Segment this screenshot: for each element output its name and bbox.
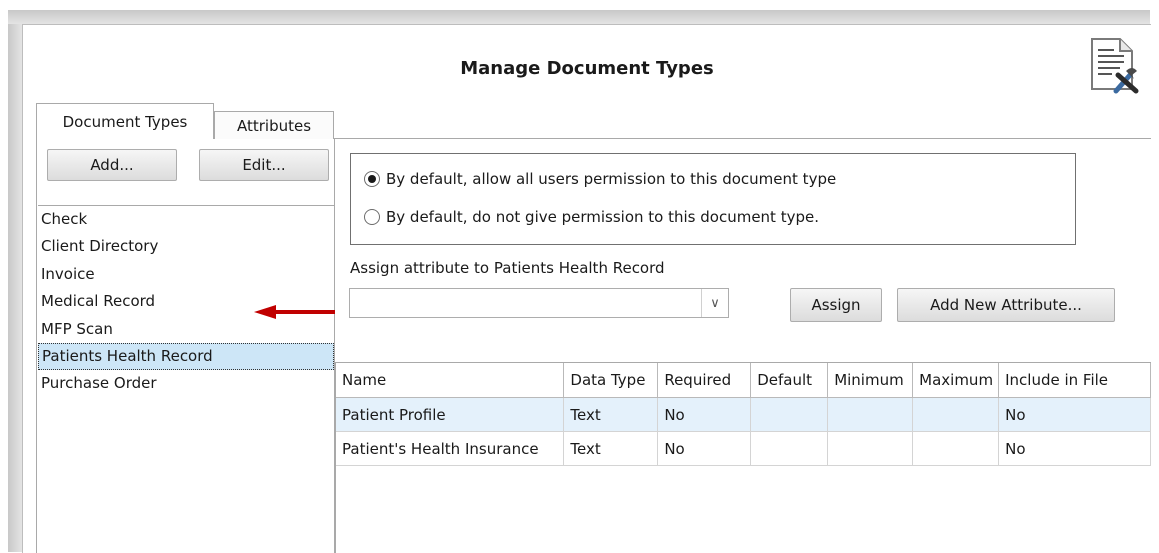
list-item[interactable]: Client Directory: [38, 233, 334, 260]
cell-minimum: [827, 397, 914, 432]
list-item[interactable]: Invoice: [38, 261, 334, 288]
radio-allow-row[interactable]: By default, allow all users permission t…: [364, 170, 836, 188]
column-header-name[interactable]: Name: [336, 363, 565, 398]
grid-header-row: Name Data Type Required Default Minimum …: [336, 363, 1151, 398]
cell-data-type: Text: [563, 431, 659, 466]
document-types-list[interactable]: Check Client Directory Invoice Medical R…: [38, 205, 334, 553]
add-button[interactable]: Add...: [47, 149, 177, 181]
radio-allow-label: By default, allow all users permission t…: [386, 170, 837, 188]
document-types-pane: Add... Edit... Check Client Directory In…: [36, 139, 336, 553]
column-header-maximum[interactable]: Maximum: [912, 363, 1000, 398]
list-item[interactable]: Purchase Order: [38, 370, 334, 397]
dialog-title: Manage Document Types: [460, 58, 714, 79]
cell-maximum: [912, 397, 1000, 432]
radio-deny-label: By default, do not give permission to th…: [386, 208, 819, 226]
cell-name: Patient Profile: [336, 397, 565, 432]
red-arrow-annotation: [254, 305, 336, 319]
table-row[interactable]: Patient Profile Text No No: [336, 397, 1151, 432]
cell-include-in-file: No: [998, 431, 1151, 466]
assign-attribute-label: Assign attribute to Patients Health Reco…: [350, 259, 665, 277]
tab-document-types[interactable]: Document Types: [36, 103, 214, 139]
add-new-attribute-button[interactable]: Add New Attribute...: [897, 288, 1115, 322]
radio-deny[interactable]: [364, 209, 380, 225]
edit-button[interactable]: Edit...: [199, 149, 329, 181]
radio-allow[interactable]: [364, 171, 380, 187]
default-permission-group: By default, allow all users permission t…: [350, 153, 1076, 245]
cell-minimum: [827, 431, 914, 466]
list-item[interactable]: MFP Scan: [38, 316, 334, 343]
attribute-combobox[interactable]: ∨: [349, 288, 729, 318]
attributes-grid: Name Data Type Required Default Minimum …: [335, 362, 1151, 553]
column-header-data-type[interactable]: Data Type: [563, 363, 659, 398]
manage-document-types-dialog: Manage Document Types Document Types Att…: [22, 24, 1151, 553]
tab-attributes[interactable]: Attributes: [214, 111, 334, 139]
radio-deny-row[interactable]: By default, do not give permission to th…: [364, 208, 819, 226]
cell-required: No: [657, 431, 752, 466]
cell-maximum: [912, 431, 1000, 466]
outer-frame-left: [8, 24, 22, 552]
document-tools-icon: [1091, 38, 1139, 94]
cell-data-type: Text: [563, 397, 659, 432]
outer-frame-top: [8, 10, 1150, 24]
cell-include-in-file: No: [998, 397, 1151, 432]
cell-required: No: [657, 397, 752, 432]
cell-name: Patient's Health Insurance: [336, 431, 565, 466]
table-row[interactable]: Patient's Health Insurance Text No No: [336, 431, 1151, 466]
cell-default: [750, 397, 829, 432]
list-item[interactable]: Check: [38, 206, 334, 233]
assign-button[interactable]: Assign: [790, 288, 882, 322]
column-header-minimum[interactable]: Minimum: [827, 363, 914, 398]
cell-default: [750, 431, 829, 466]
list-item-selected[interactable]: Patients Health Record: [38, 342, 334, 371]
column-header-default[interactable]: Default: [750, 363, 829, 398]
chevron-down-icon[interactable]: ∨: [701, 289, 728, 317]
column-header-include-in-file[interactable]: Include in File: [998, 363, 1151, 398]
column-header-required[interactable]: Required: [657, 363, 752, 398]
document-type-details-pane: By default, allow all users permission t…: [335, 139, 1151, 553]
